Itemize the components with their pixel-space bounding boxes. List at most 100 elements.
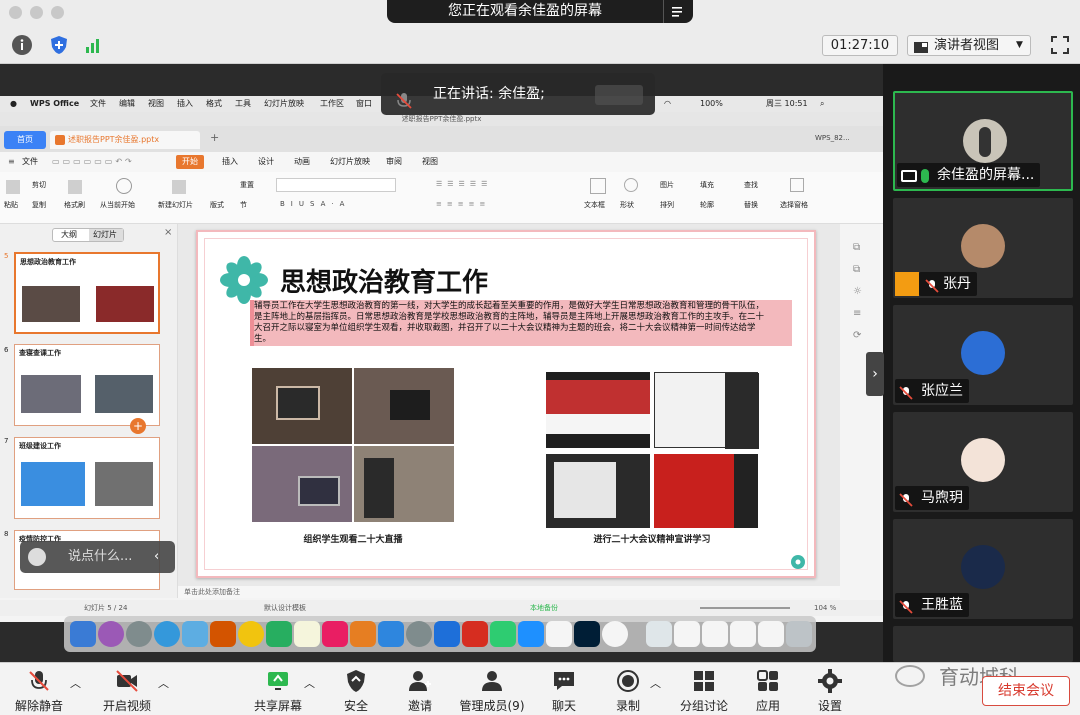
ribbon-reset[interactable]: 重置 bbox=[240, 180, 254, 190]
chat-button[interactable]: 聊天 bbox=[544, 669, 584, 714]
ribbon-replace[interactable]: 替换 bbox=[744, 200, 758, 210]
record-button[interactable]: 录制 bbox=[608, 669, 648, 714]
wps-icon[interactable] bbox=[434, 621, 460, 647]
participant-tile[interactable] bbox=[893, 626, 1073, 662]
ribbon-arrange[interactable]: 排列 bbox=[660, 200, 674, 210]
start-video-button[interactable]: 开启视频 bbox=[100, 669, 154, 714]
participant-tile[interactable]: 王胜蓝 bbox=[893, 519, 1073, 619]
info-icon[interactable] bbox=[12, 35, 32, 55]
chevron-up-icon[interactable]: ︿ bbox=[70, 675, 81, 691]
paragraph-format-icons[interactable]: ☰☰☰☰☰ bbox=[436, 180, 492, 188]
finder-icon[interactable] bbox=[70, 621, 96, 647]
app-icon[interactable] bbox=[490, 621, 516, 647]
file-icon[interactable] bbox=[758, 621, 784, 647]
fullscreen-icon[interactable] bbox=[1050, 35, 1070, 55]
wps-account-tab[interactable]: WPS_82... bbox=[815, 134, 850, 142]
shape-icon[interactable] bbox=[624, 178, 638, 192]
add-slide-button[interactable]: + bbox=[130, 418, 146, 434]
system-preferences-icon[interactable] bbox=[406, 621, 432, 647]
ribbon-textbox[interactable]: 文本框 bbox=[584, 200, 605, 210]
wps-menu-slideshow[interactable]: 幻灯片放映 bbox=[330, 152, 370, 172]
participant-tile-active[interactable]: 余佳盈的屏幕... bbox=[893, 91, 1073, 191]
tool-icon[interactable]: ☼ bbox=[853, 286, 862, 297]
quick-access-icons[interactable]: ▭▭▭▭▭▭↶↷ bbox=[52, 152, 135, 172]
format-painter-icon[interactable] bbox=[68, 180, 82, 194]
music-icon[interactable] bbox=[322, 621, 348, 647]
photoshop-icon[interactable] bbox=[574, 621, 600, 647]
hamburger-icon[interactable]: ≡ bbox=[8, 152, 15, 172]
app-icon[interactable] bbox=[462, 621, 488, 647]
close-panel-icon[interactable]: × bbox=[164, 227, 172, 238]
chevron-up-icon[interactable]: ︿ bbox=[650, 675, 661, 691]
font-selector[interactable] bbox=[276, 178, 396, 192]
manage-members-button[interactable]: 管理成员(9) bbox=[456, 669, 528, 714]
settings-button[interactable]: 设置 bbox=[810, 669, 850, 714]
wps-menu-review[interactable]: 审阅 bbox=[386, 152, 402, 172]
wps-menu-home[interactable]: 开始 bbox=[176, 155, 204, 169]
facetime-icon[interactable] bbox=[266, 621, 292, 647]
ribbon-find[interactable]: 查找 bbox=[744, 180, 758, 190]
chat-input-bubble[interactable]: 说点什么... ‹ bbox=[20, 541, 175, 573]
notes-area[interactable]: 单击此处添加备注 bbox=[178, 586, 840, 598]
collapse-participants-button[interactable]: › bbox=[866, 352, 884, 396]
zoom-window-button[interactable] bbox=[51, 6, 64, 19]
new-tab-icon[interactable]: + bbox=[210, 131, 219, 144]
minimize-window-button[interactable] bbox=[30, 6, 43, 19]
file-icon[interactable] bbox=[646, 621, 672, 647]
text-format-icons[interactable]: BIUSA·A bbox=[280, 200, 350, 208]
ribbon-shape[interactable]: 形状 bbox=[620, 200, 634, 210]
tool-icon[interactable]: ≡ bbox=[853, 308, 861, 319]
unmute-button[interactable]: 解除静音 bbox=[14, 669, 64, 714]
play-from-current-icon[interactable] bbox=[116, 178, 132, 194]
ribbon-copy[interactable]: 复制 bbox=[32, 200, 46, 210]
wps-menu-animation[interactable]: 动画 bbox=[294, 152, 310, 172]
wps-menu-insert[interactable]: 插入 bbox=[222, 152, 238, 172]
baidu-disk-icon[interactable] bbox=[546, 621, 572, 647]
ribbon-new-slide[interactable]: 新建幻灯片 bbox=[158, 200, 193, 210]
slide-thumbnail-5[interactable]: 思想政治教育工作 bbox=[14, 252, 160, 334]
emoji-icon[interactable] bbox=[28, 548, 46, 566]
security-shield-icon[interactable] bbox=[49, 35, 69, 55]
backup-status[interactable]: 本地备份 bbox=[530, 600, 558, 616]
share-screen-button[interactable]: 共享屏幕 bbox=[252, 669, 304, 714]
view-mode-dropdown[interactable]: 演讲者视图 ▼ bbox=[907, 35, 1031, 56]
file-icon[interactable] bbox=[674, 621, 700, 647]
tool-icon[interactable]: ⧉ bbox=[853, 242, 860, 253]
ribbon-fill[interactable]: 填充 bbox=[700, 180, 714, 190]
launchpad-icon[interactable] bbox=[126, 621, 152, 647]
chevron-up-icon[interactable]: ︿ bbox=[304, 675, 315, 691]
qq-icon[interactable] bbox=[602, 621, 628, 647]
participant-tile[interactable]: 马煦玥 bbox=[893, 412, 1073, 512]
security-button[interactable]: 安全 bbox=[336, 669, 376, 714]
ribbon-format-painter[interactable]: 格式刷 bbox=[64, 200, 85, 210]
app-icon[interactable] bbox=[210, 621, 236, 647]
view-options-icon[interactable] bbox=[670, 4, 686, 18]
ribbon-cut[interactable]: 剪切 bbox=[32, 180, 46, 190]
trash-icon[interactable] bbox=[786, 621, 812, 647]
ribbon-paste[interactable]: 粘贴 bbox=[4, 200, 18, 210]
alignment-icons[interactable]: ≡≡≡≡≡ bbox=[436, 200, 490, 208]
notes-icon[interactable] bbox=[294, 621, 320, 647]
photos-icon[interactable] bbox=[238, 621, 264, 647]
ribbon-outline[interactable]: 轮廓 bbox=[700, 200, 714, 210]
siri-icon[interactable] bbox=[98, 621, 124, 647]
slides-tab[interactable]: 幻灯片 bbox=[89, 229, 123, 241]
end-meeting-button[interactable]: 结束会议 bbox=[982, 676, 1070, 706]
selection-pane-icon[interactable] bbox=[790, 178, 804, 192]
app-store-icon[interactable] bbox=[378, 621, 404, 647]
breakout-rooms-button[interactable]: 分组讨论 bbox=[678, 669, 730, 714]
tool-icon[interactable]: ⧉ bbox=[853, 264, 860, 275]
wps-menu-design[interactable]: 设计 bbox=[258, 152, 274, 172]
apps-button[interactable]: 应用 bbox=[748, 669, 788, 714]
ribbon-picture[interactable]: 图片 bbox=[660, 180, 674, 190]
participant-tile[interactable]: 张应兰 bbox=[893, 305, 1073, 405]
textbox-icon[interactable] bbox=[590, 178, 606, 194]
ribbon-selection-pane[interactable]: 选择窗格 bbox=[780, 200, 808, 210]
tool-icon[interactable]: ⟳ bbox=[853, 330, 861, 341]
tencent-meeting-icon[interactable] bbox=[518, 621, 544, 647]
slide-thumbnail-6[interactable]: 查寝查课工作 bbox=[14, 344, 160, 426]
wps-file-tab[interactable]: 述职报告PPT余佳盈.pptx bbox=[50, 131, 200, 149]
outline-tab[interactable]: 大纲 bbox=[61, 229, 77, 241]
network-signal-icon[interactable] bbox=[84, 35, 104, 55]
ribbon-section[interactable]: 节 bbox=[240, 200, 247, 210]
